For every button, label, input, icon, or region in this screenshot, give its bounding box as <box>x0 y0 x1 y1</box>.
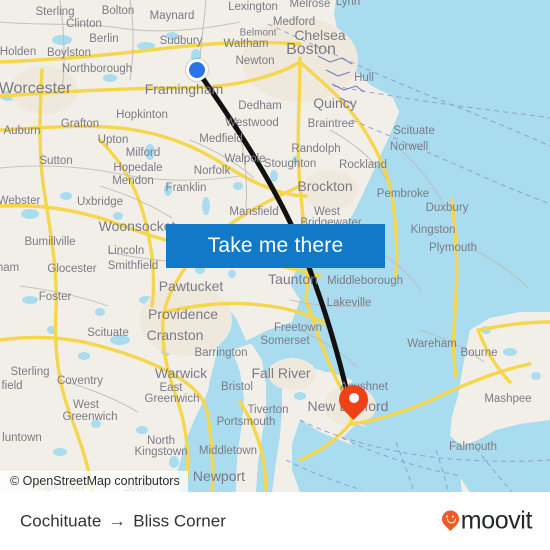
moovit-pin-icon <box>438 506 463 532</box>
osm-attribution[interactable]: © OpenStreetMap contributors <box>0 471 188 492</box>
map-canvas[interactable]: Sterling Bolton Maynard Lexington Melrose Lyn… <box>0 0 550 492</box>
moovit-pin-eye-right <box>451 515 455 518</box>
moovit-wordmark: moovit <box>460 506 533 535</box>
arrow-right-icon: → <box>108 510 127 531</box>
footer-bar: Cochituate → Bliss Corner moovit <box>0 492 550 550</box>
route-origin-label: Cochituate <box>20 511 102 530</box>
origin-dot-marker[interactable] <box>186 59 208 81</box>
destination-pin-marker[interactable] <box>332 378 375 425</box>
route-destination-label: Bliss Corner <box>133 511 226 530</box>
route-summary: Cochituate → Bliss Corner <box>20 511 226 532</box>
moovit-map-screen: Sterling Bolton Maynard Lexington Melrose Lyn… <box>0 0 550 550</box>
take-me-there-button[interactable]: Take me there <box>166 224 385 268</box>
pin-inner-dot <box>348 393 359 403</box>
moovit-pin-eye-left <box>445 515 449 518</box>
moovit-logo[interactable]: moovit <box>438 506 533 536</box>
